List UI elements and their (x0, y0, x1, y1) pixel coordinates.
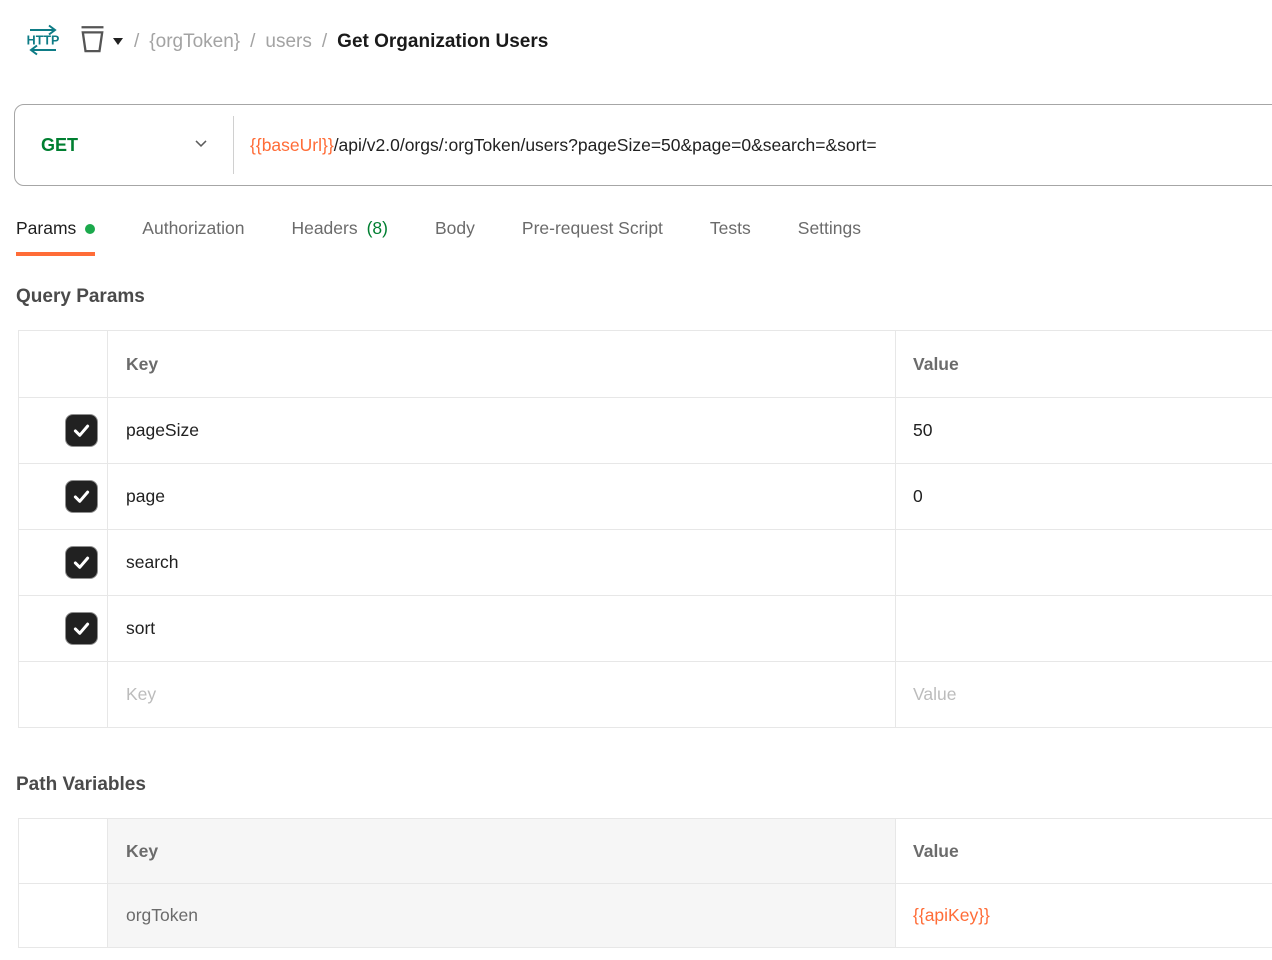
tab-tests[interactable]: Tests (710, 218, 751, 256)
param-value-cell[interactable]: 0 (896, 464, 1272, 529)
table-row: sort (19, 595, 1272, 661)
table-row: search (19, 529, 1272, 595)
tab-pre-request-script[interactable]: Pre-request Script (522, 218, 663, 256)
row-checkbox[interactable] (65, 414, 98, 447)
key-column-header: Key (108, 331, 896, 397)
params-indicator-dot (85, 224, 95, 234)
url-input[interactable]: {{baseUrl}}/api/v2.0/orgs/:orgToken/user… (234, 135, 1272, 156)
http-icon: HTTP (25, 23, 61, 62)
svg-text:HTTP: HTTP (27, 33, 60, 47)
value-column-header: Value (896, 331, 1272, 397)
param-value-input-placeholder[interactable]: Value (896, 662, 1272, 727)
breadcrumb-item-users[interactable]: users (265, 31, 311, 53)
method-selector[interactable]: GET (15, 133, 233, 158)
breadcrumb-separator: / (322, 31, 327, 53)
param-key-cell[interactable]: sort (108, 596, 896, 661)
value-column-header: Value (896, 819, 1272, 883)
checkbox-cell (19, 398, 108, 463)
tab-label: Settings (798, 218, 861, 239)
url-variable: {{baseUrl}} (250, 135, 334, 155)
request-tabs: Params Authorization Headers (8) Body Pr… (16, 218, 1272, 256)
tab-headers[interactable]: Headers (8) (291, 218, 388, 256)
tab-authorization[interactable]: Authorization (142, 218, 244, 256)
param-value-cell[interactable] (896, 530, 1272, 595)
checkbox-cell (19, 530, 108, 595)
collection-icon (77, 24, 108, 60)
table-row-new: Key Value (19, 661, 1272, 727)
path-variables-table: Key Value orgToken {{apiKey}} (18, 818, 1272, 948)
param-key-cell[interactable]: page (108, 464, 896, 529)
tab-label: Pre-request Script (522, 218, 663, 239)
checkbox-header-cell (19, 819, 108, 883)
checkmark-icon (71, 420, 92, 441)
chevron-down-icon (191, 133, 211, 158)
param-key-input-placeholder[interactable]: Key (108, 662, 896, 727)
tab-label: Body (435, 218, 475, 239)
checkbox-cell (19, 464, 108, 529)
checkbox-cell (19, 662, 108, 727)
table-row: page 0 (19, 463, 1272, 529)
request-title: Get Organization Users (337, 31, 548, 53)
param-key-cell[interactable]: search (108, 530, 896, 595)
path-variable-value-cell[interactable]: {{apiKey}} (896, 884, 1272, 947)
tab-label: Headers (291, 218, 357, 239)
checkbox-cell (19, 884, 108, 947)
row-checkbox[interactable] (65, 612, 98, 645)
query-params-title: Query Params (16, 286, 1272, 308)
param-value-cell[interactable]: 50 (896, 398, 1272, 463)
collection-dropdown[interactable] (77, 24, 124, 60)
param-key-cell[interactable]: pageSize (108, 398, 896, 463)
table-header-row: Key Value (19, 819, 1272, 883)
method-label: GET (41, 135, 78, 156)
chevron-down-icon (112, 33, 124, 51)
query-params-table: Key Value pageSize 50 page 0 search (18, 330, 1272, 728)
checkmark-icon (71, 552, 92, 573)
tab-label: Params (16, 218, 76, 239)
request-bar: GET {{baseUrl}}/api/v2.0/orgs/:orgToken/… (14, 104, 1272, 186)
key-column-header: Key (108, 819, 896, 883)
table-header-row: Key Value (19, 331, 1272, 397)
breadcrumb-separator: / (250, 31, 255, 53)
checkmark-icon (71, 618, 92, 639)
path-variables-title: Path Variables (16, 774, 1272, 796)
url-path: /api/v2.0/orgs/:orgToken/users?pageSize=… (334, 135, 877, 155)
param-value-cell[interactable] (896, 596, 1272, 661)
checkmark-icon (71, 486, 92, 507)
checkbox-header-cell (19, 331, 108, 397)
tab-label: Authorization (142, 218, 244, 239)
row-checkbox[interactable] (65, 546, 98, 579)
checkbox-cell (19, 596, 108, 661)
tab-label: Tests (710, 218, 751, 239)
tab-params[interactable]: Params (16, 218, 95, 256)
row-checkbox[interactable] (65, 480, 98, 513)
breadcrumb: HTTP / {orgToken} / users / Get Organiza… (25, 20, 1272, 64)
table-row: pageSize 50 (19, 397, 1272, 463)
table-row: orgToken {{apiKey}} (19, 883, 1272, 947)
breadcrumb-separator: / (134, 31, 139, 53)
headers-count-badge: (8) (367, 218, 388, 239)
breadcrumb-item-orgtoken[interactable]: {orgToken} (149, 31, 240, 53)
tab-body[interactable]: Body (435, 218, 475, 256)
path-variable-key-cell: orgToken (108, 884, 896, 947)
tab-settings[interactable]: Settings (798, 218, 861, 256)
